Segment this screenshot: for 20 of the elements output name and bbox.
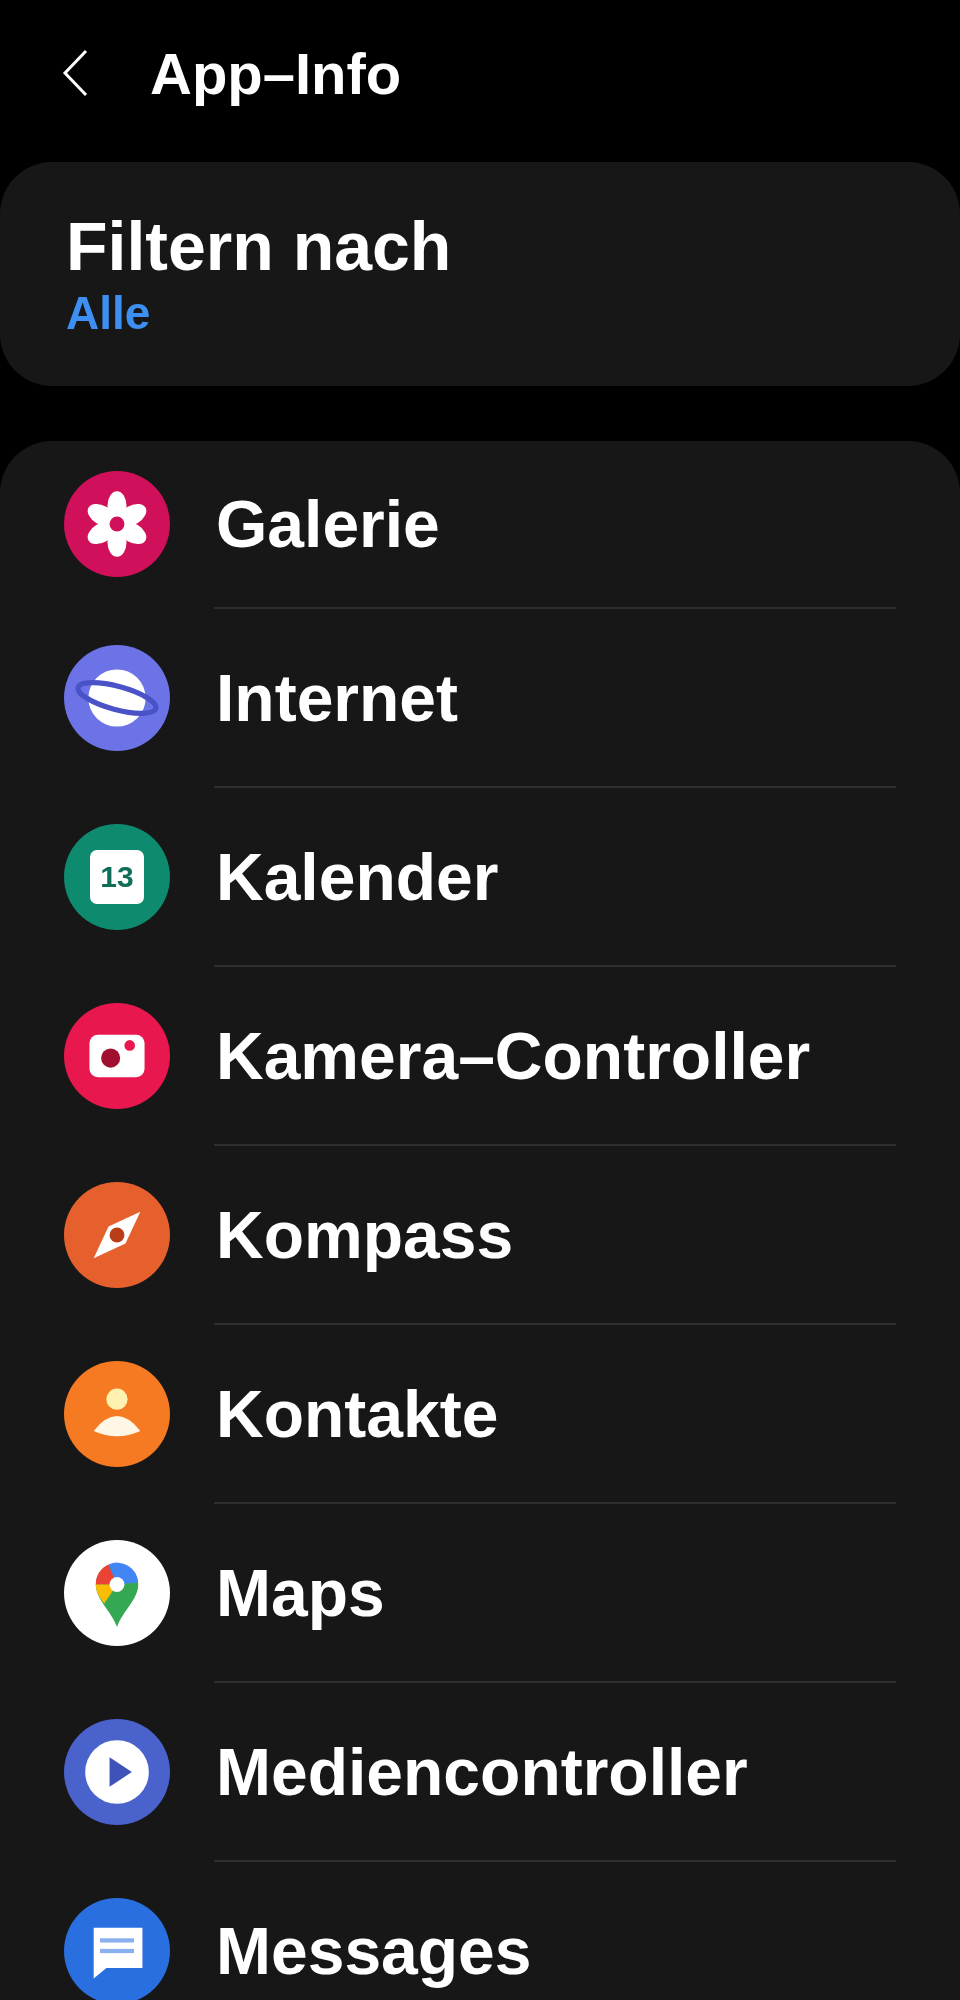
app-name[interactable]: Kamera–Controller: [216, 1022, 811, 1089]
flower-icon: [64, 471, 170, 577]
compass-icon: [64, 1181, 170, 1288]
app-name[interactable]: Kontakte: [216, 1380, 499, 1447]
app-name[interactable]: Mediencontroller: [216, 1738, 748, 1805]
map-pin-icon: [64, 1539, 170, 1646]
calendar-icon: 13: [64, 823, 170, 930]
filter-card[interactable]: Filtern nach Alle: [0, 162, 960, 386]
person-icon: [64, 1360, 170, 1467]
play-icon: [64, 1718, 170, 1825]
app-name[interactable]: Galerie: [216, 491, 440, 557]
planet-icon: [64, 644, 170, 751]
page-title: App–Info: [150, 39, 402, 108]
app-name[interactable]: Internet: [216, 664, 459, 731]
message-icon: [64, 1897, 170, 2000]
app-name[interactable]: Kalender: [216, 843, 499, 910]
back-icon: [62, 49, 88, 97]
filter-label: Filtern nach: [66, 207, 453, 286]
camera-icon: [64, 1002, 170, 1109]
filter-value: Alle: [66, 285, 152, 341]
